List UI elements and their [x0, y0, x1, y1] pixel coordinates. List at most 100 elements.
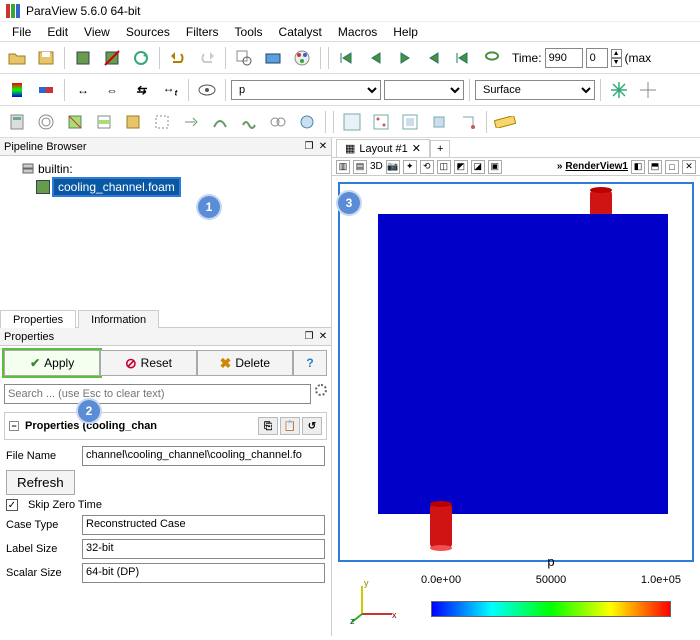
label-size-select[interactable]: 32-bit — [82, 539, 325, 559]
vcr-first-icon[interactable] — [334, 45, 360, 71]
view-misc2-icon[interactable]: ◩ — [454, 160, 468, 174]
camera-icon[interactable]: 📷 — [386, 160, 400, 174]
rescale-custom-icon[interactable]: ⇔ — [99, 77, 125, 103]
view-misc4-icon[interactable]: ▣ — [488, 160, 502, 174]
screenshot-icon[interactable] — [260, 45, 286, 71]
rescale-time-icon[interactable]: ↔t — [157, 77, 183, 103]
menu-filters[interactable]: Filters — [180, 23, 225, 41]
rescale-visible-icon[interactable]: ⇆ — [128, 77, 154, 103]
stream-tracer-icon[interactable] — [207, 109, 233, 135]
redo-icon[interactable] — [194, 45, 220, 71]
panel-close-icon[interactable]: ✕ — [317, 331, 329, 343]
layout-tab-1[interactable]: ▦ Layout #1 ✕ — [336, 139, 430, 157]
view-close-icon[interactable]: ✕ — [682, 160, 696, 174]
slice-icon[interactable] — [91, 109, 117, 135]
pipeline-tree[interactable]: builtin: cooling_channel.foam — [0, 156, 331, 306]
scalar-size-select[interactable]: 64-bit (DP) — [82, 563, 325, 583]
render-view-label[interactable]: RenderView1 — [565, 161, 628, 172]
clip-icon[interactable] — [62, 109, 88, 135]
delete-button[interactable]: ✖ Delete — [197, 350, 293, 376]
interactive-select-icon[interactable] — [455, 109, 481, 135]
open-file-icon[interactable] — [4, 45, 30, 71]
color-component-select[interactable] — [384, 80, 464, 100]
advanced-toggle-icon[interactable] — [315, 384, 327, 396]
selection-display-icon[interactable] — [339, 109, 365, 135]
case-type-select[interactable]: Reconstructed Case — [82, 515, 325, 535]
ruler-icon[interactable] — [492, 109, 518, 135]
representation-select[interactable]: Surface — [475, 80, 595, 100]
view-misc1-icon[interactable]: ◫ — [437, 160, 451, 174]
vcr-play-icon[interactable] — [392, 45, 418, 71]
view-split-h-icon[interactable]: ◧ — [631, 160, 645, 174]
view-split-v-icon[interactable]: ⬒ — [648, 160, 662, 174]
center-marker-icon[interactable] — [635, 77, 661, 103]
view-reset-icon[interactable]: ⟲ — [420, 160, 434, 174]
menu-edit[interactable]: Edit — [41, 23, 74, 41]
reset-button[interactable]: ⊘ Reset — [100, 350, 196, 376]
extract-icon[interactable] — [149, 109, 175, 135]
refresh-button[interactable]: Refresh — [6, 470, 75, 495]
menu-file[interactable]: File — [6, 23, 37, 41]
layout-add-tab[interactable]: + — [430, 140, 450, 157]
calculator-icon[interactable] — [4, 109, 30, 135]
file-name-field[interactable]: channel\cooling_channel\cooling_channel.… — [82, 446, 325, 466]
disconnect-icon[interactable] — [99, 45, 125, 71]
view-3d-label[interactable]: 3D — [370, 161, 383, 172]
menu-help[interactable]: Help — [387, 23, 424, 41]
glyph-icon[interactable] — [178, 109, 204, 135]
tab-information[interactable]: Information — [78, 310, 159, 328]
menu-sources[interactable]: Sources — [120, 23, 176, 41]
panel-dock-icon[interactable]: ❐ — [303, 331, 315, 343]
reload-icon[interactable] — [128, 45, 154, 71]
select-block-icon[interactable] — [426, 109, 452, 135]
vcr-prev-icon[interactable] — [363, 45, 389, 71]
panel-close-icon[interactable]: ✕ — [317, 141, 329, 153]
frame-spin-up[interactable]: ▲ — [611, 49, 622, 58]
warp-icon[interactable] — [236, 109, 262, 135]
menu-macros[interactable]: Macros — [332, 23, 383, 41]
frame-spin-down[interactable]: ▼ — [611, 58, 622, 67]
frame-value-input[interactable] — [586, 48, 608, 68]
split-v-icon[interactable]: ▤ — [353, 160, 367, 174]
view-max-icon[interactable]: □ — [665, 160, 679, 174]
vcr-last-icon[interactable] — [450, 45, 476, 71]
contour-icon[interactable] — [33, 109, 59, 135]
help-button[interactable]: ? — [293, 350, 327, 376]
apply-button[interactable]: ✔ Apply — [4, 350, 100, 376]
save-data-icon[interactable] — [33, 45, 59, 71]
copy-props-icon[interactable]: ⎘ — [258, 417, 278, 435]
tab-properties[interactable]: Properties — [0, 310, 76, 328]
rescale-icon[interactable]: ↔ — [70, 77, 96, 103]
color-array-select[interactable]: p — [231, 80, 381, 100]
view-misc3-icon[interactable]: ◪ — [471, 160, 485, 174]
visibility-icon[interactable] — [194, 77, 220, 103]
reset-props-icon[interactable]: ↺ — [302, 417, 322, 435]
select-points-icon[interactable] — [368, 109, 394, 135]
panel-dock-icon[interactable]: ❐ — [303, 141, 315, 153]
menu-catalyst[interactable]: Catalyst — [273, 23, 328, 41]
pipeline-item-selected[interactable]: cooling_channel.foam — [4, 178, 327, 196]
find-data-icon[interactable] — [231, 45, 257, 71]
view-axes-icon[interactable]: ✦ — [403, 160, 417, 174]
pipeline-server-row[interactable]: builtin: — [4, 160, 327, 178]
axes-interact-icon[interactable] — [606, 77, 632, 103]
time-value-input[interactable] — [545, 48, 583, 68]
vcr-next-icon[interactable] — [421, 45, 447, 71]
connect-icon[interactable] — [70, 45, 96, 71]
split-h-icon[interactable]: ▥ — [336, 160, 350, 174]
menu-view[interactable]: View — [78, 23, 116, 41]
undo-icon[interactable] — [165, 45, 191, 71]
menu-tools[interactable]: Tools — [229, 23, 269, 41]
scalar-bar-icon[interactable] — [4, 77, 30, 103]
group-icon[interactable] — [265, 109, 291, 135]
properties-search-input[interactable] — [4, 384, 311, 404]
extract-level-icon[interactable] — [294, 109, 320, 135]
layout-tab-close-icon[interactable]: ✕ — [412, 142, 421, 155]
render-viewport[interactable]: y x z 0.0e+00 50000 1.0e+05 p — [332, 176, 700, 636]
edit-colormap-icon[interactable] — [33, 77, 59, 103]
vcr-loop-icon[interactable] — [479, 45, 505, 71]
skip-zero-checkbox[interactable]: ✓ — [6, 499, 18, 511]
color-legend-bar[interactable] — [431, 601, 671, 617]
color-palette-icon[interactable] — [289, 45, 315, 71]
properties-section-header[interactable]: − Properties (cooling_chan ⎘ 📋 ↺ — [4, 412, 327, 440]
